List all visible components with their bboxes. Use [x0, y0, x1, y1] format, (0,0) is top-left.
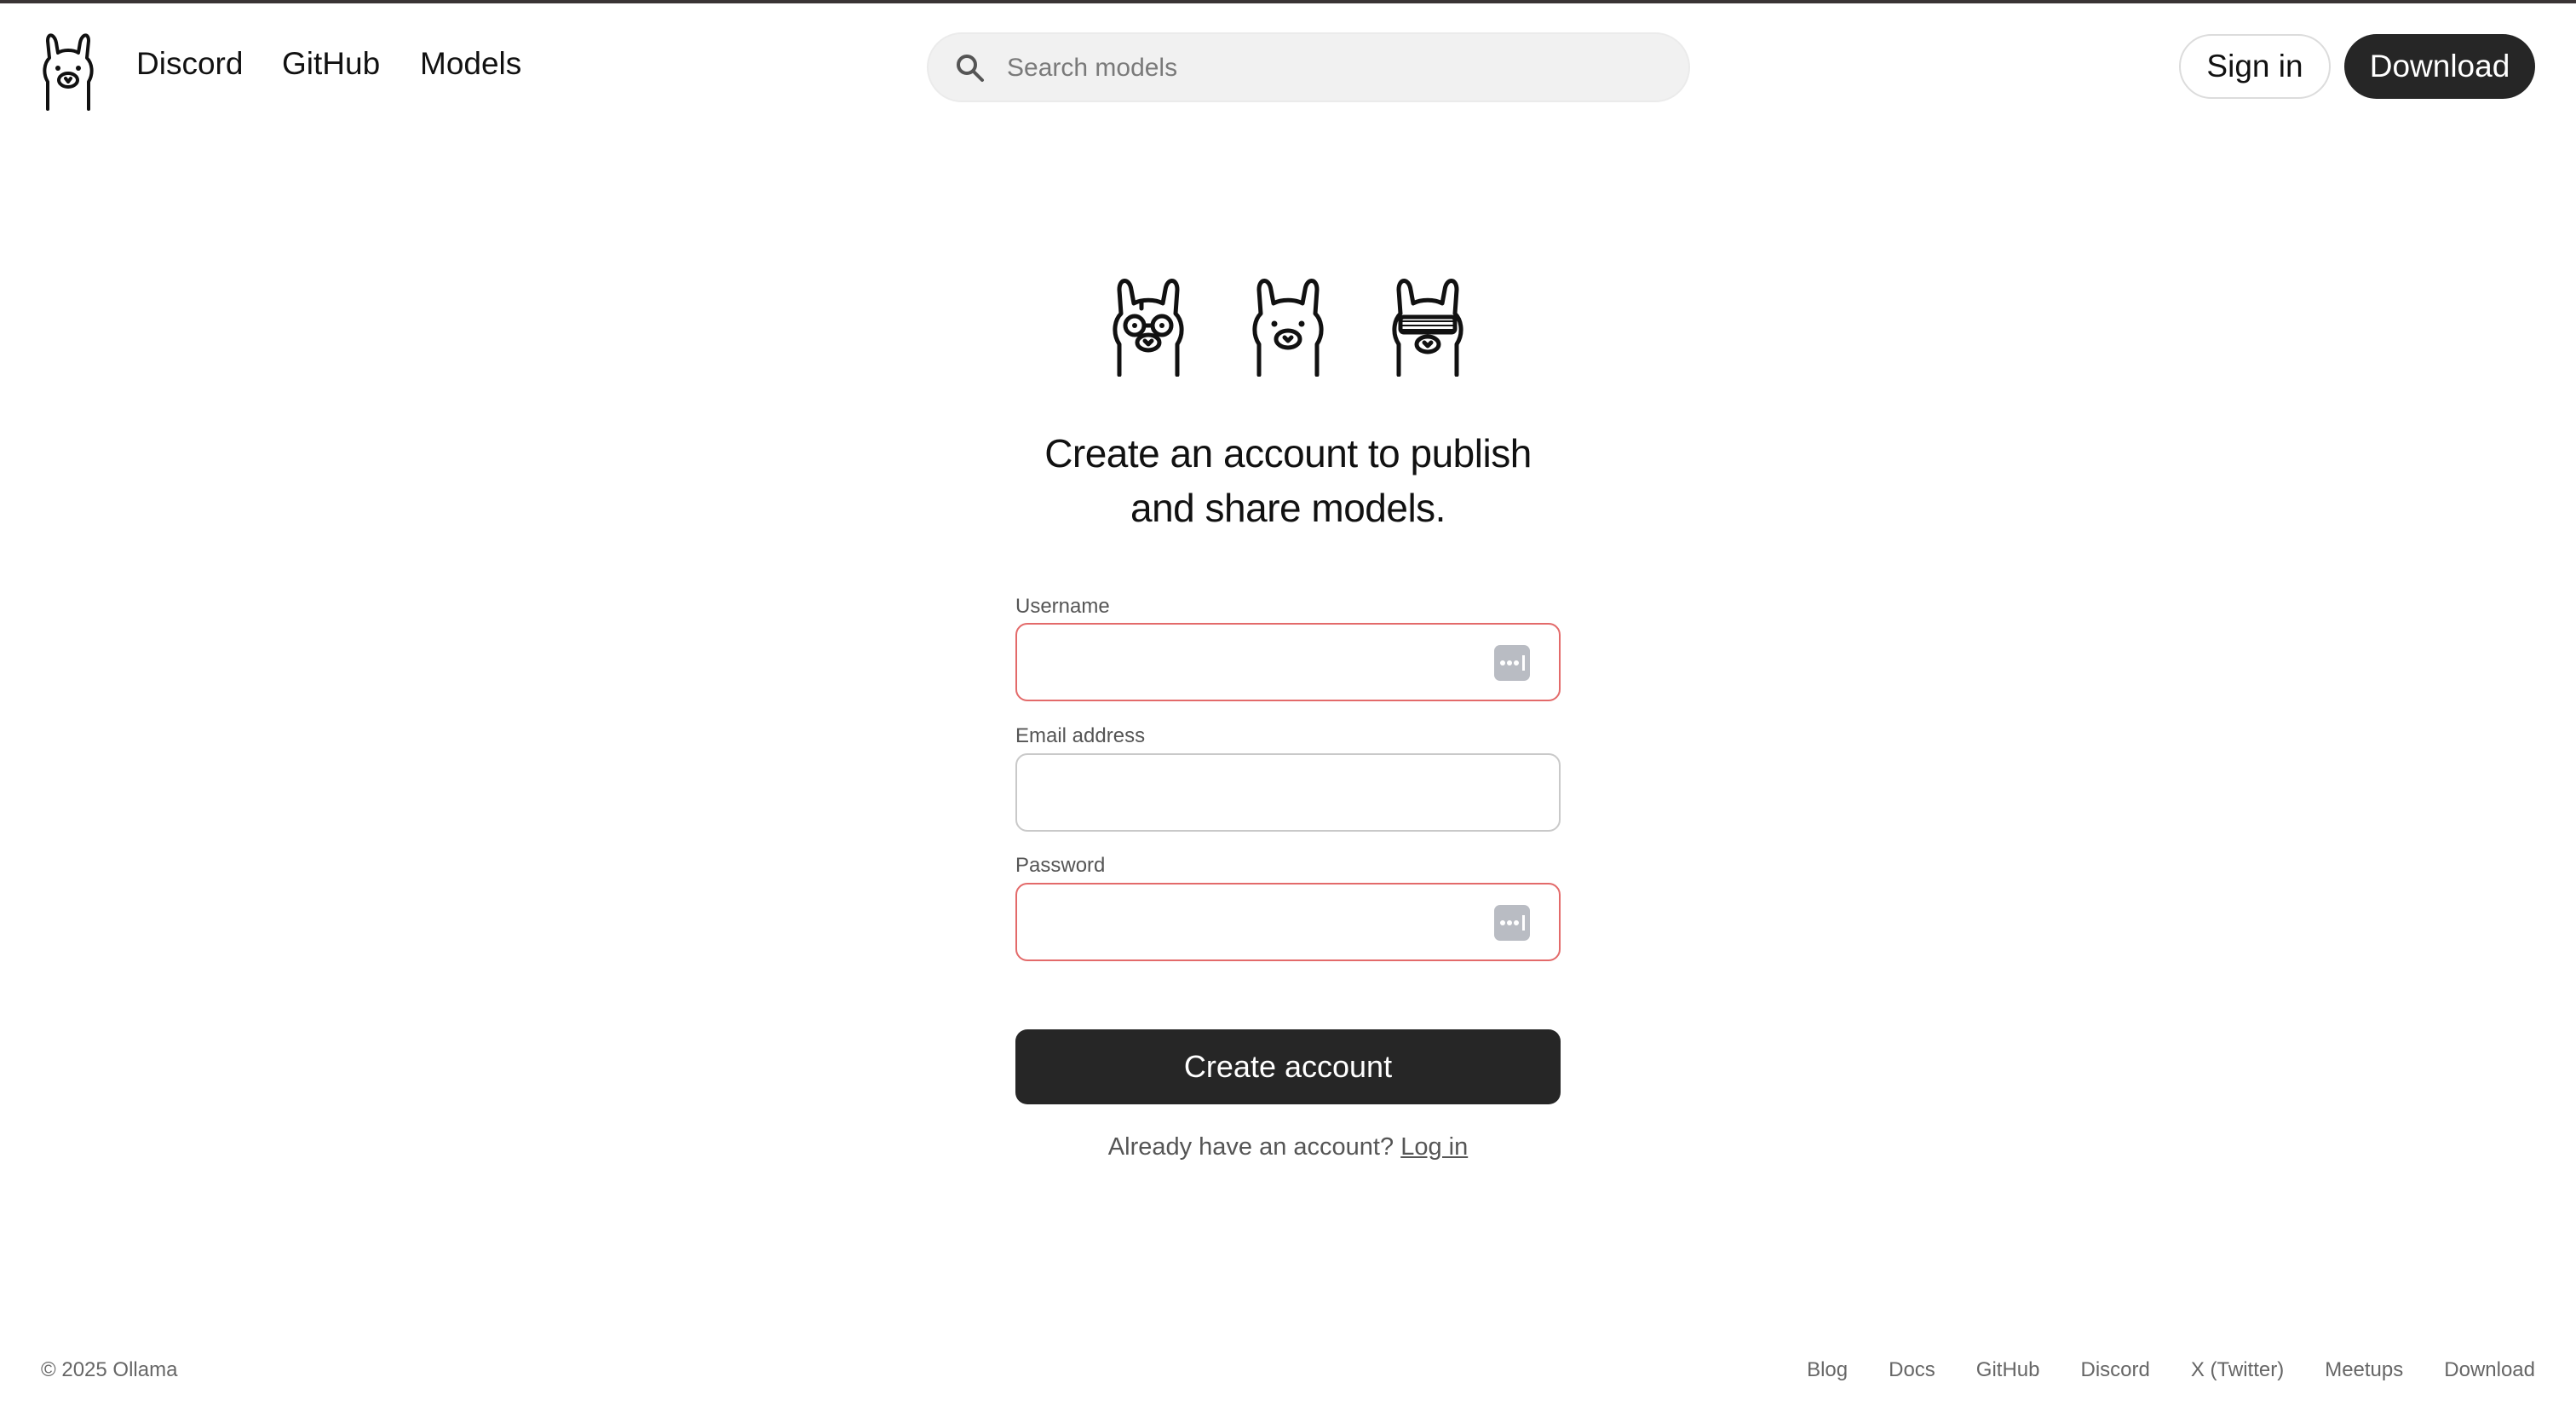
llama-glasses-icon	[1107, 271, 1189, 377]
login-link[interactable]: Log in	[1400, 1133, 1468, 1161]
footer-link-blog[interactable]: Blog	[1807, 1358, 1848, 1384]
email-field[interactable]	[1015, 753, 1561, 832]
nav-discord-link[interactable]: Discord	[136, 46, 243, 82]
page-title-line2: and share models.	[1130, 486, 1446, 530]
search-icon	[954, 52, 986, 84]
footer-link-download[interactable]: Download	[2444, 1358, 2535, 1384]
search-input[interactable]	[1005, 46, 1656, 90]
sign-in-button[interactable]: Sign in	[2179, 34, 2331, 99]
footer-link-twitter[interactable]: X (Twitter)	[2191, 1358, 2284, 1384]
login-prompt-text: Already have an account?	[1107, 1133, 1394, 1161]
email-input[interactable]	[1034, 769, 1481, 820]
ollama-logo-icon[interactable]	[37, 29, 99, 111]
username-label: Username	[1015, 595, 1110, 618]
username-field[interactable]	[1015, 623, 1561, 701]
password-key-icon[interactable]	[1494, 905, 1530, 941]
llama-icon	[1247, 271, 1329, 377]
password-label: Password	[1015, 854, 1106, 877]
site-header: Discord GitHub Models Sign in Download	[0, 3, 2576, 131]
footer-link-github[interactable]: GitHub	[1976, 1358, 2040, 1384]
email-label: Email address	[1015, 724, 1146, 747]
footer-link-meetups[interactable]: Meetups	[2325, 1358, 2403, 1384]
copyright: © 2025 Ollama	[41, 1358, 178, 1381]
llama-illustrations	[1107, 271, 1469, 377]
password-input[interactable]	[1034, 898, 1481, 949]
password-field[interactable]	[1015, 883, 1561, 961]
password-key-icon[interactable]	[1494, 645, 1530, 681]
nav-github-link[interactable]: GitHub	[282, 46, 380, 82]
username-input[interactable]	[1034, 638, 1481, 689]
download-button[interactable]: Download	[2344, 34, 2535, 99]
llama-shades-icon	[1387, 271, 1469, 377]
footer-link-docs[interactable]: Docs	[1889, 1358, 1935, 1384]
page-title-line1: Create an account to publish	[1044, 431, 1532, 475]
login-prompt: Already have an account? Log in	[947, 1133, 1629, 1161]
nav-models-link[interactable]: Models	[420, 46, 521, 82]
footer-link-discord[interactable]: Discord	[2081, 1358, 2150, 1384]
create-account-button[interactable]: Create account	[1015, 1029, 1561, 1104]
page-title: Create an account to publish and share m…	[947, 426, 1629, 535]
footer-links: Blog Docs GitHub Discord X (Twitter) Mee…	[1766, 1358, 2535, 1384]
search-bar	[927, 32, 1690, 102]
